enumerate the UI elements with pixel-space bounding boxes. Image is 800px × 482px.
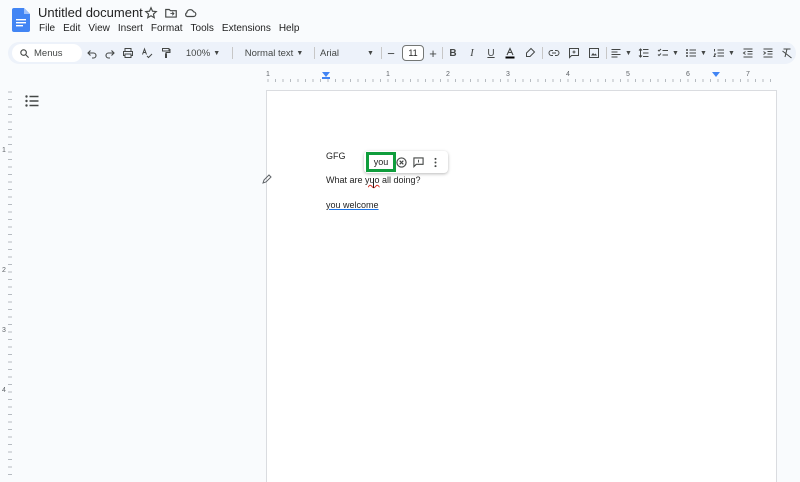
- move-folder-icon[interactable]: [164, 6, 178, 20]
- underline-icon[interactable]: U: [483, 45, 499, 61]
- decrease-font-icon[interactable]: −: [384, 45, 398, 61]
- spellcheck-icon[interactable]: [139, 45, 155, 61]
- chevron-down-icon: ▼: [213, 49, 221, 57]
- document-line[interactable]: GFG: [326, 151, 346, 161]
- increase-font-icon[interactable]: +: [426, 45, 440, 61]
- toolbar-divider: [542, 47, 543, 59]
- highlight-icon[interactable]: [522, 45, 538, 61]
- comment-icon[interactable]: [566, 45, 582, 61]
- increase-indent-icon[interactable]: [760, 45, 776, 61]
- ruler-label: 7: [746, 71, 750, 78]
- spelling-suggestion-popup: you: [364, 151, 448, 173]
- menu-format[interactable]: Format: [147, 23, 187, 34]
- style-select[interactable]: Normal text ▼: [236, 45, 312, 61]
- menu-edit[interactable]: Edit: [59, 23, 84, 34]
- menus-label: Menus: [34, 47, 63, 59]
- toolbar-divider: [442, 47, 443, 59]
- left-indent-marker[interactable]: [322, 72, 330, 77]
- toolbar-divider: [381, 47, 382, 59]
- ruler-label: 5: [626, 71, 630, 78]
- right-indent-marker[interactable]: [712, 72, 720, 77]
- ruler-label: 1: [266, 71, 270, 78]
- docs-logo-icon[interactable]: [12, 8, 30, 32]
- ruler-label: 2: [2, 267, 6, 274]
- dismiss-icon[interactable]: [395, 156, 407, 168]
- ruler-label: 1: [386, 71, 390, 78]
- clear-format-icon[interactable]: [780, 45, 794, 61]
- menu-help[interactable]: Help: [275, 23, 304, 34]
- numbered-list-icon[interactable]: ▼: [712, 45, 736, 61]
- ruler-label: 3: [506, 71, 510, 78]
- bullet-list-icon[interactable]: ▼: [684, 45, 708, 61]
- zoom-value: 100%: [185, 47, 211, 59]
- menu-file[interactable]: File: [38, 23, 59, 34]
- checklist-icon[interactable]: ▼: [656, 45, 680, 61]
- menus-search-button[interactable]: Menus: [12, 44, 82, 62]
- ruler-label: 2: [446, 71, 450, 78]
- star-icon[interactable]: [144, 6, 158, 20]
- font-size-input[interactable]: 11: [402, 45, 424, 61]
- toolbar-divider: [606, 47, 607, 59]
- ruler-label: 1: [2, 147, 6, 154]
- edit-pencil-icon: [262, 174, 272, 184]
- style-value: Normal text: [244, 47, 294, 59]
- bold-icon[interactable]: B: [445, 45, 461, 61]
- italic-icon[interactable]: I: [464, 45, 480, 61]
- print-icon[interactable]: [120, 45, 136, 61]
- toolbar: Menus 100% ▼ Normal text ▼ Arial ▼ − 11 + B…: [8, 42, 796, 64]
- image-icon[interactable]: [586, 45, 602, 61]
- chevron-down-icon: ▼: [728, 49, 735, 57]
- decrease-indent-icon[interactable]: [740, 45, 756, 61]
- font-select[interactable]: Arial ▼: [318, 45, 378, 61]
- link-icon[interactable]: [546, 45, 562, 61]
- more-options-icon[interactable]: [429, 156, 441, 168]
- vertical-ruler[interactable]: 1 2 3 4: [0, 90, 12, 482]
- suggestion-button[interactable]: you: [366, 152, 396, 172]
- chevron-down-icon: ▼: [625, 49, 632, 57]
- header: Untitled document File Edit View Insert …: [0, 0, 800, 38]
- redo-icon[interactable]: [102, 45, 118, 61]
- align-icon[interactable]: ▼: [610, 45, 632, 61]
- text-cursor: [373, 178, 374, 188]
- horizontal-ruler[interactable]: 1 1 2 3 4 5 6 7: [266, 70, 776, 82]
- menubar: File Edit View Insert Format Tools Exten…: [38, 23, 303, 34]
- document-page[interactable]: [266, 90, 777, 482]
- first-line-indent-marker[interactable]: [322, 77, 330, 79]
- search-icon: [20, 48, 30, 58]
- chevron-down-icon: ▼: [367, 49, 374, 57]
- menu-view[interactable]: View: [84, 23, 114, 34]
- zoom-select[interactable]: 100% ▼: [180, 45, 226, 61]
- ruler-label: 3: [2, 327, 6, 334]
- text-run: all doing?: [379, 175, 421, 185]
- document-line[interactable]: you welcome: [326, 200, 379, 210]
- document-title[interactable]: Untitled document: [38, 5, 143, 20]
- undo-icon[interactable]: [84, 45, 100, 61]
- text-color-icon[interactable]: [502, 45, 518, 61]
- menu-insert[interactable]: Insert: [114, 23, 147, 34]
- cloud-saved-icon[interactable]: [183, 6, 197, 20]
- menu-tools[interactable]: Tools: [187, 23, 218, 34]
- ruler-label: 4: [566, 71, 570, 78]
- document-outline-icon[interactable]: [25, 95, 39, 107]
- chevron-down-icon: ▼: [296, 49, 304, 57]
- chevron-down-icon: ▼: [700, 49, 707, 57]
- ruler-label: 4: [2, 387, 6, 394]
- toolbar-divider: [314, 47, 315, 59]
- text-run: What are: [326, 175, 366, 185]
- font-value: Arial: [320, 47, 340, 59]
- toolbar-divider: [232, 47, 233, 59]
- chevron-down-icon: ▼: [672, 49, 679, 57]
- ruler-label: 6: [686, 71, 690, 78]
- line-spacing-icon[interactable]: [636, 45, 652, 61]
- menu-extensions[interactable]: Extensions: [218, 23, 275, 34]
- paint-format-icon[interactable]: [158, 45, 174, 61]
- comment-icon[interactable]: [412, 156, 424, 168]
